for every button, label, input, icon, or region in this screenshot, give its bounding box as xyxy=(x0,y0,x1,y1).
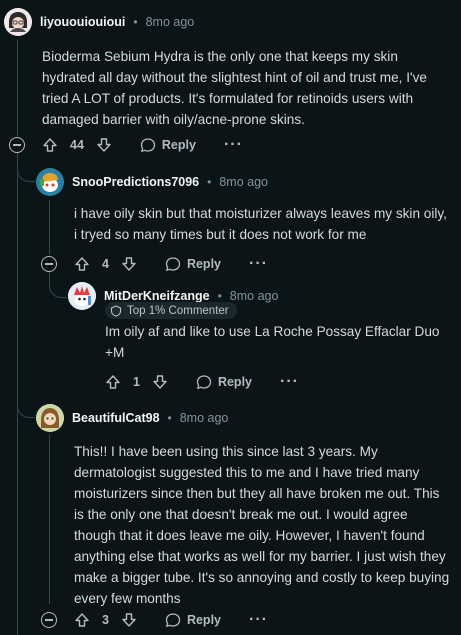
reply-button[interactable]: Reply xyxy=(165,256,221,272)
timestamp[interactable]: 8mo ago xyxy=(180,410,229,426)
downvote-icon[interactable] xyxy=(121,256,137,272)
comment-header: BeautifulCat98 • 8mo ago xyxy=(36,404,446,432)
comment-bubble-icon xyxy=(140,137,156,153)
downvote-icon[interactable] xyxy=(96,137,112,153)
avatar-image xyxy=(68,282,96,310)
comment-body: This!! I have been using this since last… xyxy=(74,444,450,606)
timestamp[interactable]: 8mo ago xyxy=(146,14,195,30)
reply-button[interactable]: Reply xyxy=(140,137,196,153)
more-options-button[interactable]: ··· xyxy=(249,612,268,628)
reply-label: Reply xyxy=(217,375,252,389)
more-options-button[interactable]: ··· xyxy=(249,256,268,272)
downvote-icon[interactable] xyxy=(121,612,137,628)
comment-bubble-icon xyxy=(196,374,212,390)
user-avatar[interactable] xyxy=(36,168,64,196)
vote-count: 4 xyxy=(102,257,109,271)
reply-label: Reply xyxy=(186,257,221,271)
comment: SnooPredictions7096 • 8mo ago xyxy=(36,168,446,196)
comment-body: i have oily skin but that moisturizer al… xyxy=(74,206,447,242)
comment: BeautifulCat98 • 8mo ago xyxy=(36,404,446,432)
more-options-button[interactable]: ··· xyxy=(224,137,243,153)
separator-dot: • xyxy=(167,411,172,425)
user-avatar[interactable] xyxy=(68,282,96,310)
thread-line-reply-4[interactable] xyxy=(49,434,50,604)
comment: liyououiouioui • 8mo ago xyxy=(4,8,454,36)
more-options-button[interactable]: ··· xyxy=(280,374,299,390)
comment-bubble-icon xyxy=(165,256,181,272)
commenter-badge[interactable]: Top 1% Commenter xyxy=(105,302,237,319)
thread-elbow xyxy=(17,150,35,182)
reply-label: Reply xyxy=(186,613,221,627)
comment-actions: 3 Reply ··· xyxy=(74,608,268,632)
avatar-image xyxy=(4,8,32,36)
timestamp[interactable]: 8mo ago xyxy=(219,174,268,190)
reply-label: Reply xyxy=(161,138,196,152)
collapse-icon[interactable] xyxy=(9,137,25,153)
vote-count: 44 xyxy=(70,138,84,152)
comment-header: SnooPredictions7096 • 8mo ago xyxy=(36,168,446,196)
user-avatar[interactable] xyxy=(36,404,64,432)
upvote-icon[interactable] xyxy=(105,374,121,390)
thread-elbow xyxy=(17,380,35,418)
vote-count: 1 xyxy=(133,375,140,389)
username[interactable]: BeautifulCat98 xyxy=(72,410,160,426)
user-avatar[interactable] xyxy=(4,8,32,36)
thread-elbow xyxy=(49,270,67,298)
collapse-icon[interactable] xyxy=(41,256,57,272)
badge-label: Top 1% Commenter xyxy=(127,304,229,317)
comment-actions: 4 Reply ··· xyxy=(74,252,268,276)
vote-count: 3 xyxy=(102,613,109,627)
downvote-icon[interactable] xyxy=(152,374,168,390)
reply-button[interactable]: Reply xyxy=(165,612,221,628)
thread-line-reply[interactable] xyxy=(49,200,50,255)
reply-button[interactable]: Reply xyxy=(196,374,252,390)
username[interactable]: SnooPredictions7096 xyxy=(72,174,199,190)
comment-body: Im oily af and like to use La Roche Poss… xyxy=(105,324,440,360)
separator-dot: • xyxy=(207,175,212,189)
comment-body: Bioderma Sebium Hydra is the only one th… xyxy=(42,49,427,127)
upvote-icon[interactable] xyxy=(74,256,90,272)
timestamp[interactable]: 8mo ago xyxy=(230,288,279,304)
separator-dot: • xyxy=(133,15,138,29)
comment-bubble-icon xyxy=(165,612,181,628)
avatar-image xyxy=(36,404,64,432)
comment-actions: 1 Reply ··· xyxy=(105,370,299,394)
badge-icon xyxy=(110,304,122,317)
comment-header: liyououiouioui • 8mo ago xyxy=(4,8,454,36)
upvote-icon[interactable] xyxy=(74,612,90,628)
upvote-icon[interactable] xyxy=(42,137,58,153)
thread-line-root[interactable] xyxy=(17,40,18,136)
username[interactable]: liyououiouioui xyxy=(40,14,125,30)
comment-actions: 44 Reply ··· xyxy=(42,133,243,157)
avatar-image xyxy=(36,168,64,196)
collapse-icon[interactable] xyxy=(41,612,57,628)
comment-thread: liyououiouioui • 8mo ago Bioderma Sebium… xyxy=(0,0,461,635)
